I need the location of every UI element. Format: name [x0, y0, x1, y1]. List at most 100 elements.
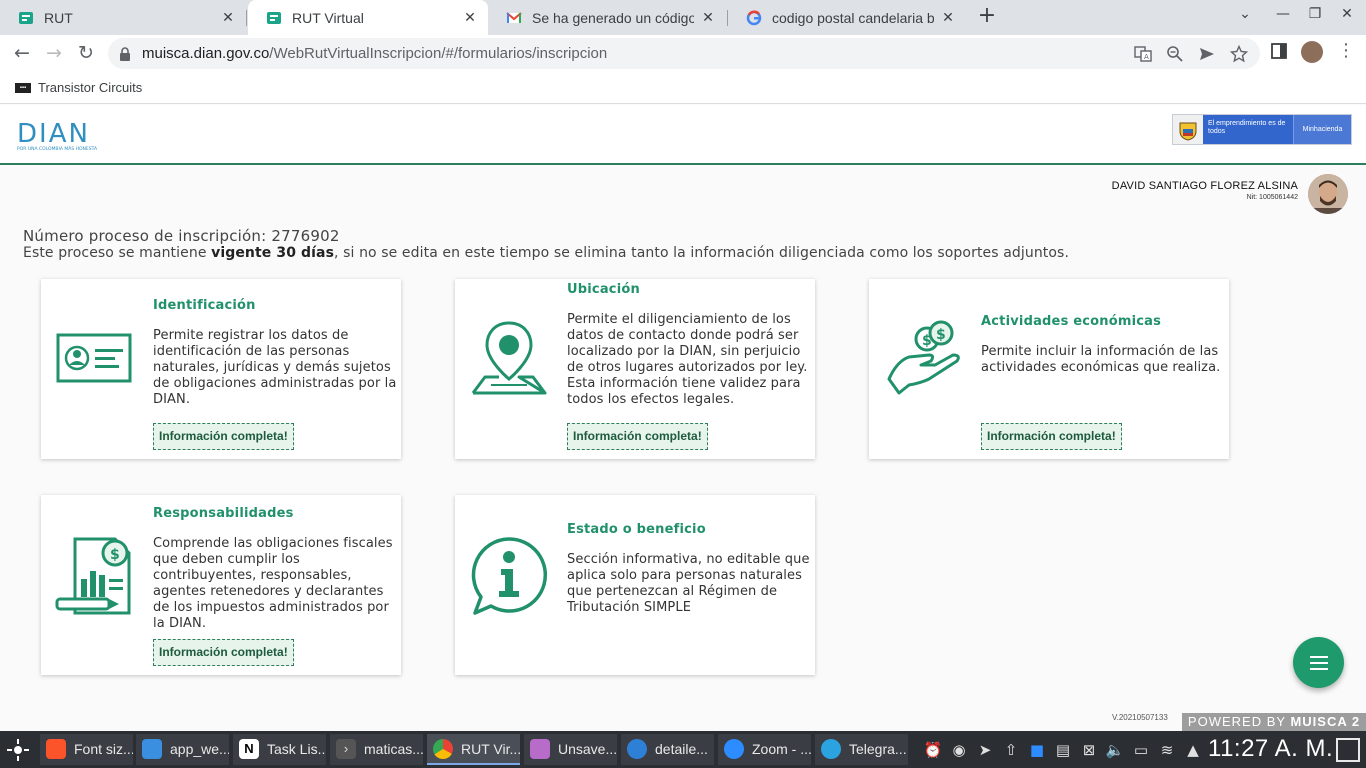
card-estado-beneficio[interactable]: Estado o beneficio Sección informativa, … — [455, 495, 815, 675]
minimize-button[interactable]: — — [1271, 6, 1295, 28]
card-identificacion[interactable]: Identificación Permite registrar los dat… — [41, 279, 401, 459]
task-label: Unsave... — [558, 740, 617, 757]
card-description: Permite incluir la información de las ac… — [981, 344, 1221, 375]
task-label: RUT Vir... — [461, 740, 520, 757]
process-note: Este proceso se mantiene vigente 30 días… — [23, 245, 1069, 261]
task-font-size[interactable]: Font siz... — [40, 734, 133, 765]
terminal-icon: › — [336, 738, 356, 759]
card-description: Sección informativa, no editable que apl… — [567, 552, 810, 615]
wifi-icon[interactable]: ≋ — [1157, 740, 1177, 760]
discord-icon[interactable]: ◉ — [949, 740, 969, 760]
card-actividades-economicas[interactable]: $ $ Actividades económicas Permite inclu… — [869, 279, 1229, 459]
card-title: Responsabilidades — [153, 506, 294, 521]
address-bar[interactable]: muisca.dian.gov.co/WebRutVirtualInscripc… — [108, 38, 1260, 69]
tab-separator — [246, 10, 247, 26]
new-tab-button[interactable]: + — [975, 5, 999, 29]
dian-logo[interactable]: DIAN POR UNA COLOMBIA MÁS HONESTA — [17, 120, 121, 152]
tax-document-icon: $ — [55, 537, 131, 615]
rut-icon — [267, 11, 281, 24]
brave-icon — [46, 738, 66, 759]
powered-brand: MUISCA 2 — [1290, 714, 1361, 729]
task-zoom[interactable]: Zoom - ... — [718, 734, 811, 765]
task-telegram[interactable]: Telegra... — [815, 734, 908, 765]
tab-gmail[interactable]: Se ha generado un código ele ✕ — [488, 0, 726, 35]
url-text[interactable]: muisca.dian.gov.co/WebRutVirtualInscripc… — [142, 45, 607, 62]
alarm-icon[interactable]: ⏰ — [923, 740, 943, 760]
card-description: Comprende las obligaciones fiscales que … — [153, 536, 393, 631]
tab-title: Se ha generado un código ele — [532, 9, 694, 26]
zoom-tray-icon[interactable]: ■ — [1027, 740, 1047, 760]
close-icon[interactable]: ✕ — [462, 9, 478, 26]
task-detailed[interactable]: detaile... — [621, 734, 714, 765]
card-ubicacion[interactable]: Ubicación Permite el diligenciamiento de… — [455, 279, 815, 459]
task-label: maticas... — [364, 740, 423, 757]
reload-button[interactable]: ↻ — [73, 41, 99, 67]
task-task-list[interactable]: N Task Lis... — [233, 734, 326, 765]
card-responsabilidades[interactable]: $ Responsabilidades Comprende las obliga… — [41, 495, 401, 675]
close-icon[interactable]: ✕ — [700, 9, 716, 26]
star-icon[interactable] — [1230, 45, 1248, 63]
clipboard-icon[interactable]: ▤ — [1053, 740, 1073, 760]
card-title: Actividades económicas — [981, 314, 1162, 329]
zoom-icon[interactable] — [1166, 45, 1184, 63]
user-info: DAVID SANTIAGO FLOREZ ALSINA Nit: 100506… — [1112, 180, 1298, 201]
tab-rut-virtual[interactable]: RUT Virtual ✕ — [248, 0, 488, 35]
url-path: /WebRutVirtualInscripcion/#/formularios/… — [269, 45, 608, 62]
browser-toolbar: ← → ↻ muisca.dian.gov.co/WebRutVirtualIn… — [0, 35, 1366, 72]
card-description: Permite el diligenciamiento de los datos… — [567, 312, 808, 407]
bookmark-transistor-circuits[interactable]: Transistor Circuits — [38, 80, 142, 95]
battery-icon[interactable]: ▭ — [1131, 740, 1151, 760]
lock-icon[interactable] — [108, 46, 142, 61]
os-taskbar: Font siz... app_we... N Task Lis... › mati… — [0, 731, 1366, 768]
powered-prefix: POWERED BY — [1187, 714, 1291, 729]
id-card-icon — [56, 333, 132, 383]
url-domain: muisca.dian.gov.co — [142, 45, 270, 62]
zoom-icon — [724, 738, 744, 759]
page-header: DIAN POR UNA COLOMBIA MÁS HONESTA El emp… — [0, 105, 1366, 165]
tab-search-icon[interactable]: ⌄ — [1233, 6, 1257, 28]
card-title: Ubicación — [567, 282, 640, 297]
browser-icon — [627, 738, 647, 759]
show-desktop-button[interactable] — [1336, 738, 1360, 762]
translate-icon[interactable]: A — [1134, 45, 1152, 63]
close-icon[interactable]: ✕ — [220, 9, 236, 26]
restore-button[interactable]: ❐ — [1303, 6, 1327, 28]
back-button[interactable]: ← — [9, 41, 35, 67]
menu-fab-button[interactable] — [1293, 637, 1344, 688]
status-badge: Información completa! — [567, 423, 708, 450]
task-app-we[interactable]: app_we... — [136, 734, 229, 765]
card-title: Identificación — [153, 298, 256, 313]
task-rut-virtual[interactable]: RUT Vir... — [427, 734, 520, 765]
note-prefix: Este proceso se mantiene — [23, 245, 212, 261]
rut-icon — [19, 11, 33, 24]
side-panel-icon[interactable] — [1271, 43, 1287, 59]
send-icon[interactable] — [1198, 45, 1216, 63]
telegram-tray-icon[interactable]: ➤ — [975, 740, 995, 760]
tab-rut[interactable]: RUT ✕ — [0, 0, 246, 35]
volume-icon[interactable]: 🔈 — [1105, 740, 1125, 760]
powered-by-banner: POWERED BY MUISCA 2 — [1182, 713, 1366, 731]
menu-dots-icon[interactable]: ⋮ — [1337, 40, 1355, 61]
task-unsaved[interactable]: Unsave... — [524, 734, 617, 765]
screenshot-icon[interactable]: ⊠ — [1079, 740, 1099, 760]
status-badge: Información completa! — [981, 423, 1122, 450]
task-terminal[interactable]: › maticas... — [330, 734, 423, 765]
task-label: Font siz... — [74, 740, 133, 757]
close-icon[interactable]: ✕ — [940, 9, 956, 26]
google-icon — [746, 10, 762, 25]
clock[interactable]: 11:27 A. M. — [1208, 735, 1333, 763]
card-description: Permite registrar los datos de identific… — [153, 328, 397, 407]
start-menu-icon[interactable] — [6, 738, 30, 762]
folder-icon — [142, 738, 162, 759]
tab-title: codigo postal candelaria bog — [772, 9, 934, 26]
close-window-button[interactable]: ✕ — [1335, 6, 1359, 28]
profile-avatar-icon[interactable] — [1301, 41, 1323, 63]
telegram-icon — [821, 738, 841, 759]
tray-expand-icon[interactable]: ▲ — [1183, 740, 1203, 760]
tab-google[interactable]: codigo postal candelaria bog ✕ — [728, 0, 966, 35]
forward-button[interactable]: → — [41, 41, 67, 67]
bookmarks-bar: ▪▪▪ Transistor Circuits — [0, 72, 1366, 104]
upload-icon[interactable]: ⇧ — [1001, 740, 1021, 760]
chrome-icon — [433, 738, 453, 759]
avatar[interactable] — [1308, 174, 1348, 214]
